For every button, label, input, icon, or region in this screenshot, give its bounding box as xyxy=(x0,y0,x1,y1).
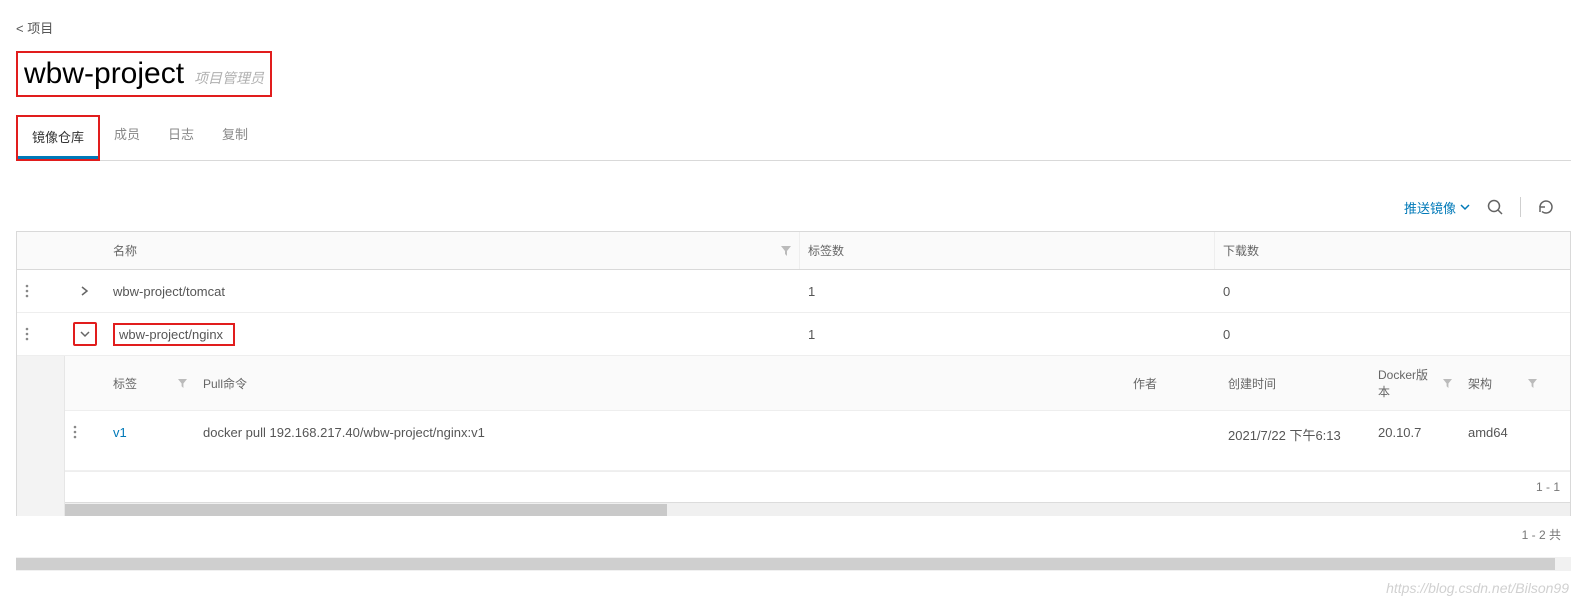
col-tags[interactable]: 标签数 xyxy=(800,232,1215,269)
scrollbar-thumb[interactable] xyxy=(16,558,1555,570)
repo-name-link[interactable]: wbw-project/tomcat xyxy=(105,275,800,308)
repo-name-link[interactable]: wbw-project/nginx xyxy=(105,314,800,355)
repo-downloads-count: 0 xyxy=(1215,275,1570,308)
tag-name[interactable]: v1 xyxy=(105,411,195,454)
filter-icon[interactable] xyxy=(1528,379,1537,388)
tab-box-highlight: 镜像仓库 xyxy=(16,115,100,161)
expand-toggle[interactable] xyxy=(73,279,97,303)
filter-icon[interactable] xyxy=(178,379,187,388)
tab-repositories[interactable]: 镜像仓库 xyxy=(18,117,98,159)
subcol-created[interactable]: 创建时间 xyxy=(1220,356,1370,410)
scrollbar-thumb[interactable] xyxy=(65,504,667,516)
search-icon[interactable] xyxy=(1486,198,1504,216)
subgrid-header: 标签 Pull命令 作者 创建时间 Docker版本 架构 xyxy=(65,356,1570,411)
tag-author xyxy=(1125,411,1220,439)
table-row: wbw-project/tomcat 1 0 xyxy=(17,270,1570,313)
subcol-docker[interactable]: Docker版本 xyxy=(1370,356,1460,410)
breadcrumb-back[interactable]: < 项目 xyxy=(16,18,1571,37)
chevron-down-icon xyxy=(1460,202,1470,212)
col-downloads[interactable]: 下载数 xyxy=(1215,232,1570,269)
col-actions xyxy=(17,232,65,269)
row-actions-menu[interactable] xyxy=(17,318,65,350)
refresh-icon[interactable] xyxy=(1537,198,1555,216)
subgrid-gutter xyxy=(17,356,65,516)
tag-row: v1 docker pull 192.168.217.40/wbw-projec… xyxy=(65,411,1570,471)
filter-icon[interactable] xyxy=(1443,379,1452,388)
push-image-label: 推送镜像 xyxy=(1404,198,1456,217)
subcol-actions xyxy=(65,356,105,410)
watermark: https://blog.csdn.net/Bilson99 xyxy=(1386,580,1569,596)
col-tags-label: 标签数 xyxy=(808,242,844,259)
tag-arch: amd64 xyxy=(1460,411,1545,454)
project-title-box: wbw-project 项目管理员 xyxy=(16,51,272,97)
repo-name-highlight: wbw-project/nginx xyxy=(113,323,235,346)
filter-icon[interactable] xyxy=(781,246,791,256)
col-downloads-label: 下载数 xyxy=(1223,242,1259,259)
table-row: wbw-project/nginx 1 0 xyxy=(17,313,1570,356)
project-title: wbw-project xyxy=(24,57,184,91)
repo-grid: 名称 标签数 下载数 wbw-project/tomcat xyxy=(16,231,1571,516)
tags-subgrid: 标签 Pull命令 作者 创建时间 Docker版本 架构 xyxy=(17,356,1570,516)
repo-grid-header: 名称 标签数 下载数 xyxy=(17,232,1570,270)
col-name-label: 名称 xyxy=(113,242,137,259)
repo-downloads-count: 0 xyxy=(1215,318,1570,351)
tag-created: 2021/7/22 下午6:13 xyxy=(1220,411,1370,458)
repo-tags-count: 1 xyxy=(800,275,1215,308)
expand-toggle[interactable] xyxy=(73,322,97,346)
grid-scrollbar[interactable] xyxy=(16,557,1571,571)
subgrid-scrollbar[interactable] xyxy=(65,502,1570,516)
subgrid-footer: 1 - 1 xyxy=(65,471,1570,502)
tab-members[interactable]: 成员 xyxy=(100,114,154,153)
toolbar-divider xyxy=(1520,197,1521,217)
push-image-dropdown[interactable]: 推送镜像 xyxy=(1404,198,1470,217)
subcol-author[interactable]: 作者 xyxy=(1125,356,1220,410)
tag-row-actions[interactable] xyxy=(65,411,105,453)
tag-pull-cmd: docker pull 192.168.217.40/wbw-project/n… xyxy=(195,411,1125,454)
subcol-tag[interactable]: 标签 xyxy=(105,356,195,410)
col-name[interactable]: 名称 xyxy=(105,232,800,269)
row-actions-menu[interactable] xyxy=(17,275,65,307)
tag-docker-version: 20.10.7 xyxy=(1370,411,1460,454)
col-expand xyxy=(65,232,105,269)
subcol-arch[interactable]: 架构 xyxy=(1460,356,1545,410)
tab-logs[interactable]: 日志 xyxy=(154,114,208,153)
repo-tags-count: 1 xyxy=(800,318,1215,351)
grid-footer: 1 - 2 共 xyxy=(16,516,1571,553)
subcol-pull[interactable]: Pull命令 xyxy=(195,356,1125,410)
project-role: 项目管理员 xyxy=(194,68,264,88)
tab-replication[interactable]: 复制 xyxy=(208,114,262,153)
